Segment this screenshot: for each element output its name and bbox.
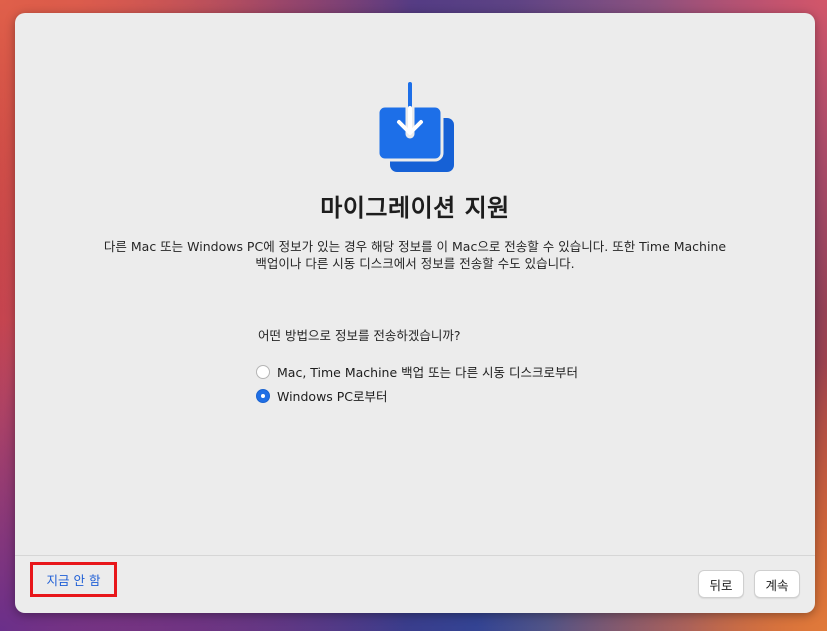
- not-now-label: 지금 안 함: [46, 573, 101, 588]
- option-label: Windows PC로부터: [277, 389, 388, 404]
- migration-download-icon: [376, 79, 456, 174]
- continue-button[interactable]: 계속: [754, 570, 800, 598]
- option-windows-pc[interactable]: Windows PC로부터: [256, 386, 388, 405]
- footer-divider: [15, 555, 815, 556]
- migration-assistant-window: 마이그레이션 지원 다른 Mac 또는 Windows PC에 정보가 있는 경…: [15, 13, 815, 613]
- page-title: 마이그레이션 지원: [320, 194, 510, 222]
- option-label: Mac, Time Machine 백업 또는 다른 시동 디스크로부터: [277, 365, 579, 380]
- radio-button-unselected[interactable]: [256, 364, 270, 379]
- description-text: 다른 Mac 또는 Windows PC에 정보가 있는 경우 해당 정보를 이…: [103, 239, 727, 271]
- not-now-button[interactable]: 지금 안 함: [30, 562, 117, 597]
- radio-button-selected[interactable]: [256, 388, 270, 403]
- option-mac-time-machine[interactable]: Mac, Time Machine 백업 또는 다른 시동 디스크로부터: [256, 362, 578, 381]
- back-button[interactable]: 뒤로: [698, 570, 744, 598]
- transfer-method-question: 어떤 방법으로 정보를 전송하겠습니까?: [258, 328, 461, 343]
